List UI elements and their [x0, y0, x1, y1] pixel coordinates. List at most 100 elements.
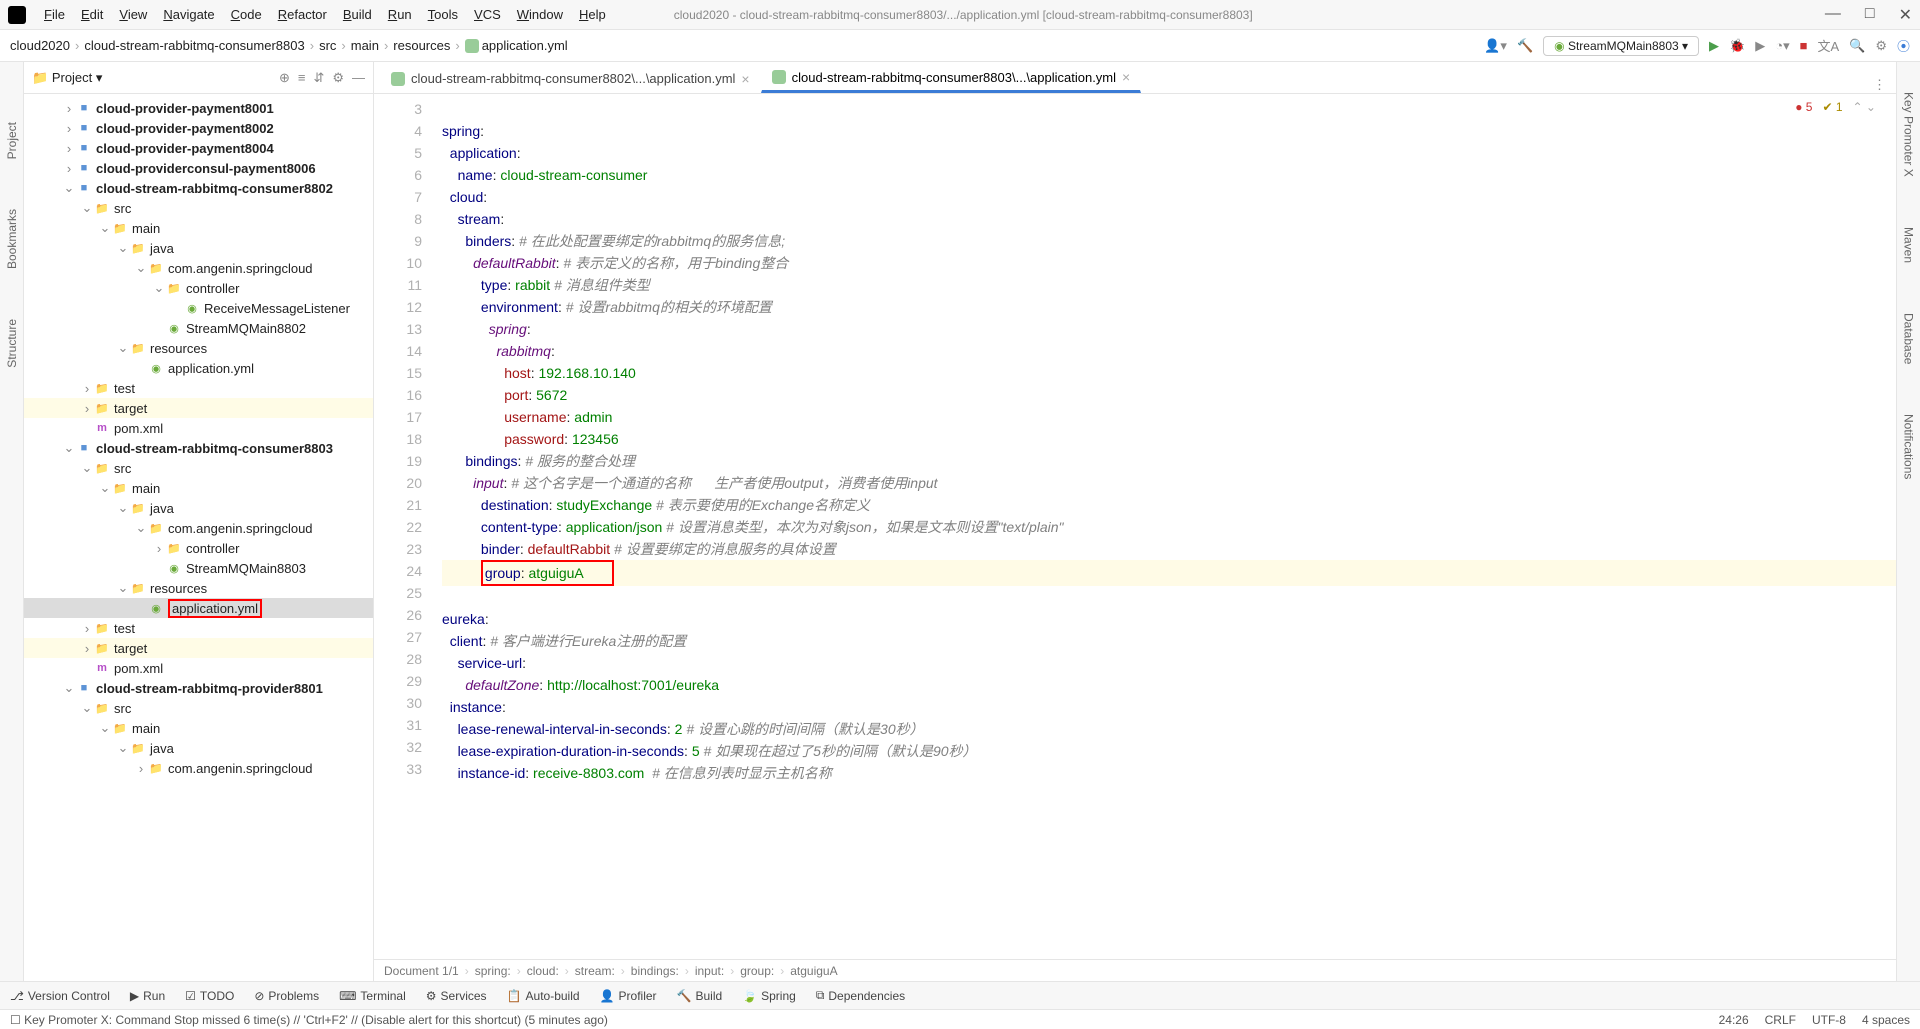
tabs-more-icon[interactable]: ⋮: [1863, 77, 1896, 93]
expand-icon[interactable]: ≡: [298, 70, 306, 86]
menu-tools[interactable]: Tools: [420, 7, 466, 22]
menu-vcs[interactable]: VCS: [466, 7, 509, 22]
tree-node[interactable]: ◉ReceiveMessageListener: [24, 298, 373, 318]
search-icon[interactable]: 🔍: [1849, 38, 1865, 54]
close-tab-icon[interactable]: ×: [741, 71, 749, 87]
tree-node[interactable]: ›■cloud-provider-payment8001: [24, 98, 373, 118]
tree-node[interactable]: mpom.xml: [24, 658, 373, 678]
profile-icon[interactable]: ◔▾: [1775, 38, 1789, 54]
toolwin-todo[interactable]: ☑TODO: [185, 989, 234, 1003]
toolwin-terminal[interactable]: ⌨Terminal: [339, 989, 406, 1003]
problems-badge[interactable]: ● 5 ✔ 1 ⌃ ⌄: [1795, 100, 1876, 114]
tree-node[interactable]: ◉application.yml: [24, 358, 373, 378]
right-tab[interactable]: Database: [1902, 313, 1916, 364]
editor-crumb[interactable]: cloud:: [527, 964, 559, 978]
account-icon[interactable]: 👤▾: [1484, 38, 1507, 54]
collapse-icon[interactable]: ⇵: [313, 70, 324, 86]
menu-help[interactable]: Help: [571, 7, 614, 22]
tree-node[interactable]: ⌄📁controller: [24, 278, 373, 298]
editor-tab[interactable]: cloud-stream-rabbitmq-consumer8802\...\a…: [380, 63, 761, 93]
tree-node[interactable]: ⌄■cloud-stream-rabbitmq-provider8801: [24, 678, 373, 698]
tree-node[interactable]: ⌄📁src: [24, 698, 373, 718]
toolwin-spring[interactable]: 🍃Spring: [742, 989, 796, 1003]
run-config-selector[interactable]: ◉ StreamMQMain8803 ▾: [1543, 36, 1699, 56]
tree-node[interactable]: ⌄📁main: [24, 478, 373, 498]
crumb[interactable]: main: [351, 38, 379, 53]
tree-node[interactable]: ›■cloud-providerconsul-payment8006: [24, 158, 373, 178]
hide-icon[interactable]: —: [352, 70, 365, 86]
menu-refactor[interactable]: Refactor: [270, 7, 335, 22]
maximize-icon[interactable]: □: [1865, 5, 1875, 25]
tree-node[interactable]: ⌄📁com.angenin.springcloud: [24, 258, 373, 278]
run-icon[interactable]: ▶: [1709, 38, 1719, 54]
editor-crumb[interactable]: atguiguA: [790, 964, 837, 978]
minimize-icon[interactable]: —: [1825, 5, 1841, 25]
editor-crumb[interactable]: Document 1/1: [384, 964, 459, 978]
menu-file[interactable]: File: [36, 7, 73, 22]
codewithme-icon[interactable]: ⦿: [1897, 36, 1910, 55]
editor-crumb[interactable]: bindings:: [631, 964, 679, 978]
settings-icon[interactable]: ⚙: [1875, 38, 1887, 54]
toolwin-dependencies[interactable]: ⧉Dependencies: [816, 988, 905, 1003]
toolwin-build[interactable]: 🔨Build: [677, 989, 723, 1003]
editor-crumb[interactable]: input:: [695, 964, 724, 978]
debug-icon[interactable]: 🐞: [1729, 38, 1745, 54]
crumb[interactable]: resources: [393, 38, 450, 53]
menu-view[interactable]: View: [111, 7, 155, 22]
tree-node[interactable]: ◉application.yml: [24, 598, 373, 618]
tree-node[interactable]: ⌄■cloud-stream-rabbitmq-consumer8803: [24, 438, 373, 458]
tree-node[interactable]: ⌄📁src: [24, 458, 373, 478]
tree-node[interactable]: ⌄📁resources: [24, 578, 373, 598]
right-tab[interactable]: Maven: [1902, 227, 1916, 263]
tree-node[interactable]: ›📁target: [24, 398, 373, 418]
menu-window[interactable]: Window: [509, 7, 571, 22]
crumb[interactable]: cloud-stream-rabbitmq-consumer8803: [84, 38, 304, 53]
status-item[interactable]: 4 spaces: [1862, 1013, 1910, 1027]
left-tab-structure[interactable]: Structure: [5, 319, 19, 368]
crumb[interactable]: src: [319, 38, 336, 53]
toolwin-auto-build[interactable]: 📋Auto-build: [507, 989, 580, 1003]
menu-build[interactable]: Build: [335, 7, 380, 22]
tree-node[interactable]: ⌄📁java: [24, 738, 373, 758]
menu-code[interactable]: Code: [223, 7, 270, 22]
tree-node[interactable]: ›■cloud-provider-payment8002: [24, 118, 373, 138]
project-tree[interactable]: ›■cloud-provider-payment8001›■cloud-prov…: [24, 94, 373, 981]
toolwin-run[interactable]: ▶Run: [130, 989, 165, 1003]
close-tab-icon[interactable]: ×: [1122, 69, 1130, 85]
right-tab[interactable]: Key Promoter X: [1902, 92, 1916, 177]
tree-node[interactable]: ⌄📁resources: [24, 338, 373, 358]
tree-node[interactable]: ›📁target: [24, 638, 373, 658]
toolwin-version-control[interactable]: ⎇Version Control: [10, 989, 110, 1003]
status-item[interactable]: UTF-8: [1812, 1013, 1846, 1027]
tree-node[interactable]: ⌄■cloud-stream-rabbitmq-consumer8802: [24, 178, 373, 198]
tree-node[interactable]: ⌄📁java: [24, 498, 373, 518]
stop-icon[interactable]: ■: [1800, 38, 1808, 53]
tree-node[interactable]: ⌄📁main: [24, 218, 373, 238]
toolwin-profiler[interactable]: 👤Profiler: [600, 989, 657, 1003]
editor-crumb[interactable]: group:: [740, 964, 774, 978]
translate-icon[interactable]: 文A: [1817, 36, 1839, 55]
editor-crumb[interactable]: spring:: [475, 964, 511, 978]
tree-node[interactable]: ›📁test: [24, 378, 373, 398]
crumb[interactable]: application.yml: [465, 38, 568, 54]
menu-edit[interactable]: Edit: [73, 7, 111, 22]
left-tab-bookmarks[interactable]: Bookmarks: [5, 209, 19, 269]
tree-node[interactable]: ◉StreamMQMain8802: [24, 318, 373, 338]
left-tab-project[interactable]: Project: [5, 122, 19, 159]
right-tab[interactable]: Notifications: [1902, 414, 1916, 479]
settings-icon[interactable]: ⚙: [332, 70, 344, 86]
tree-node[interactable]: ◉StreamMQMain8803: [24, 558, 373, 578]
tree-node[interactable]: ›📁com.angenin.springcloud: [24, 758, 373, 778]
locate-icon[interactable]: ⊕: [279, 70, 290, 86]
close-icon[interactable]: ✕: [1899, 5, 1912, 25]
crumb[interactable]: cloud2020: [10, 38, 70, 53]
build-icon[interactable]: 🔨: [1517, 38, 1533, 54]
toolwin-services[interactable]: ⚙Services: [426, 989, 487, 1003]
tree-node[interactable]: ⌄📁main: [24, 718, 373, 738]
menu-navigate[interactable]: Navigate: [155, 7, 222, 22]
tree-node[interactable]: mpom.xml: [24, 418, 373, 438]
tree-node[interactable]: ⌄📁com.angenin.springcloud: [24, 518, 373, 538]
tree-node[interactable]: ›■cloud-provider-payment8004: [24, 138, 373, 158]
menu-run[interactable]: Run: [380, 7, 420, 22]
status-item[interactable]: 24:26: [1719, 1013, 1749, 1027]
